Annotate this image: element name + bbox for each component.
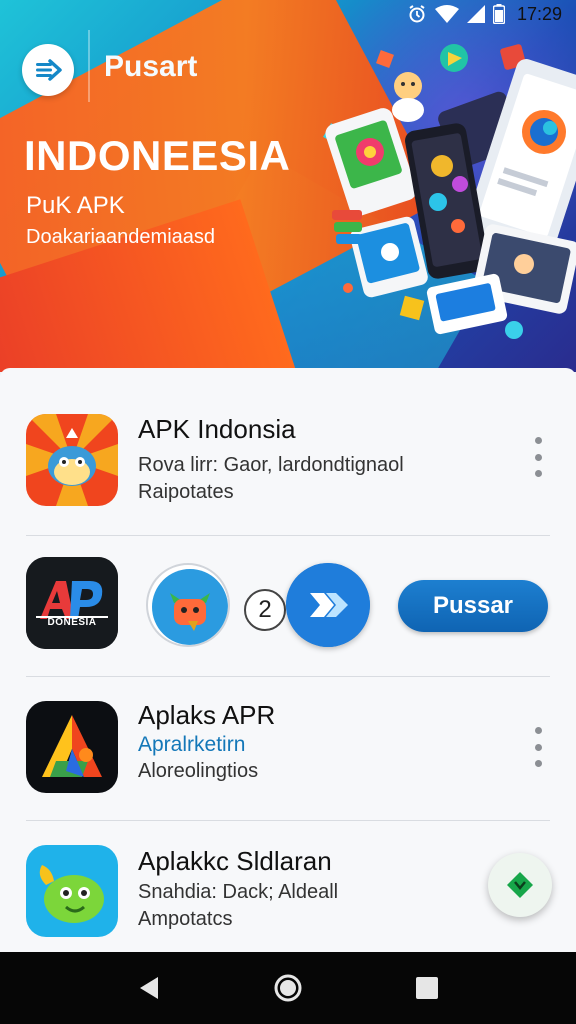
alarm-icon [409,5,425,23]
home-icon [274,974,302,1002]
hero-divider [88,30,90,102]
app-name[interactable]: Aplakkc Sldlaran [138,846,332,877]
app-category: Aloreolingtios [138,760,259,782]
app-developer[interactable]: Apralrketirn [138,733,245,757]
green-creature-app-icon [26,845,118,937]
brand-logo[interactable] [22,44,74,96]
wifi-icon [434,5,459,23]
signal-icon [466,5,485,23]
brand-name: Pusart [104,50,198,83]
recents-button[interactable] [407,968,447,1008]
step-badge: 2 [244,589,286,631]
hero-banner: Pusart INDONEESIA PuK APK Doakariaandemi… [0,0,576,372]
app-name[interactable]: APK Indonsia [138,414,296,445]
app-category: Ampotatcs [138,908,233,930]
status-bar: 17:29 [0,0,576,28]
double-arrow-icon [286,563,370,647]
app-icon-ap[interactable] [26,557,118,649]
app-description: Snahdia: Dack; Aldeall [138,881,339,903]
app-name[interactable]: Aplaks APR [138,700,275,731]
app-icon-arrow[interactable] [286,563,370,647]
list-divider [26,820,550,821]
mascot-app-icon [26,414,118,506]
app-description: Rova lirr: Gaor, lardondtignaol [138,454,404,476]
app-icon-colorful-a[interactable] [26,701,118,793]
more-options-icon[interactable] [530,437,546,477]
download-arrow-icon [507,872,533,898]
back-button[interactable] [129,968,169,1008]
colorful-a-app-icon [26,701,118,793]
download-fab[interactable] [488,853,552,917]
ap-logo-icon [26,557,118,649]
more-options-icon[interactable] [530,727,546,767]
app-icon-mascot[interactable] [26,414,118,506]
devices-illustration [323,44,576,339]
arrow-stack-icon [36,59,62,81]
battery-icon [492,4,505,24]
hero-subtitle: PuK APK [26,192,125,219]
app-icon-green-creature[interactable] [26,845,118,937]
app-category: Raipotates [138,481,234,503]
status-time: 17:29 [516,3,562,24]
hero-tagline: Doakariaandemiaasd [26,226,216,248]
app-icon-bird[interactable] [146,563,230,647]
home-button[interactable] [268,968,308,1008]
list-divider [26,676,550,677]
pussar-button[interactable]: Pussar [398,580,548,632]
navigation-bar [0,952,576,1024]
bird-app-icon [152,569,228,645]
back-icon [140,977,159,999]
hero-title: INDONEESIA [24,132,291,179]
list-divider [26,535,550,536]
recents-icon [415,977,438,999]
app-logo-text: DONESIA [47,617,97,628]
